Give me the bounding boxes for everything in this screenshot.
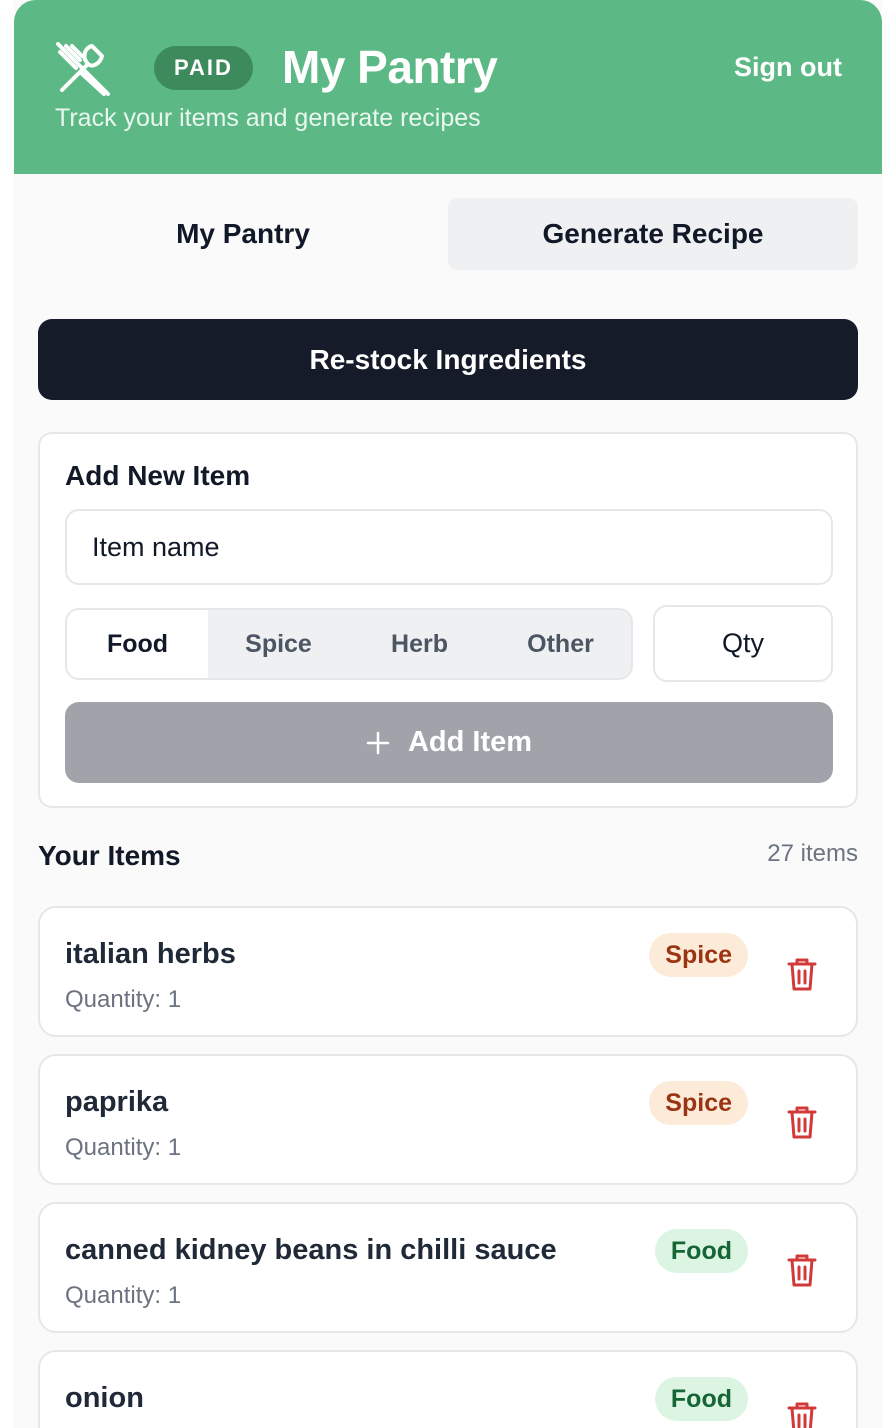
category-tag: Spice <box>649 933 748 977</box>
list-item: italian herbs Quantity: 1 Spice <box>38 906 858 1037</box>
add-item-title: Add New Item <box>65 460 251 491</box>
list-item: canned kidney beans in chilli sauce Quan… <box>38 1202 858 1333</box>
item-name-input[interactable] <box>65 509 833 585</box>
trash-icon[interactable] <box>786 1104 818 1140</box>
category-tag: Food <box>654 1229 748 1273</box>
tab-generate-recipe[interactable]: Generate Recipe <box>448 198 858 270</box>
item-quantity: Quantity: 1 <box>65 1134 182 1161</box>
item-name: canned kidney beans in chilli sauce <box>65 1234 557 1266</box>
plus-icon <box>366 731 390 754</box>
app-subtitle: Track your items and generate recipes <box>55 104 481 132</box>
item-name: paprika <box>65 1086 169 1118</box>
app-title: My Pantry <box>282 41 498 93</box>
tab-my-pantry[interactable]: My Pantry <box>38 198 448 270</box>
your-items-heading: Your Items <box>38 840 181 871</box>
app: PAID My Pantry Track your items and gene… <box>0 0 896 1428</box>
paid-badge: PAID <box>154 46 253 90</box>
left-gutter <box>0 0 14 1428</box>
fork-knife-crossed-icon <box>56 42 110 96</box>
item-quantity: Quantity: 1 <box>65 986 182 1013</box>
category-spice[interactable]: Spice <box>208 610 349 678</box>
category-food[interactable]: Food <box>67 610 208 678</box>
tab-bar: My Pantry Generate Recipe <box>38 198 858 270</box>
category-other[interactable]: Other <box>490 610 631 678</box>
sign-out-link[interactable]: Sign out <box>734 52 842 83</box>
item-quantity: Quantity: 1 <box>65 1282 182 1309</box>
trash-icon[interactable] <box>786 1252 818 1288</box>
quantity-input[interactable] <box>653 605 833 682</box>
trash-icon[interactable] <box>786 1400 818 1428</box>
add-item-card: Add New Item Food Spice Herb Other Add I… <box>38 432 858 808</box>
category-herb[interactable]: Herb <box>349 610 490 678</box>
item-name: onion <box>65 1382 144 1414</box>
item-name: italian herbs <box>65 938 236 970</box>
add-item-label: Add Item <box>407 726 533 758</box>
restock-button[interactable]: Re-stock Ingredients <box>38 319 858 400</box>
category-tag: Food <box>654 1377 748 1421</box>
trash-icon[interactable] <box>786 956 818 992</box>
add-item-button[interactable]: Add Item <box>65 702 833 783</box>
list-item: paprika Quantity: 1 Spice <box>38 1054 858 1185</box>
list-item: onion Food <box>38 1350 858 1428</box>
right-gutter <box>882 0 896 1428</box>
app-header: PAID My Pantry Track your items and gene… <box>14 0 882 174</box>
category-selector: Food Spice Herb Other <box>65 608 633 680</box>
items-count: 27 items <box>767 840 858 867</box>
category-tag: Spice <box>649 1081 748 1125</box>
